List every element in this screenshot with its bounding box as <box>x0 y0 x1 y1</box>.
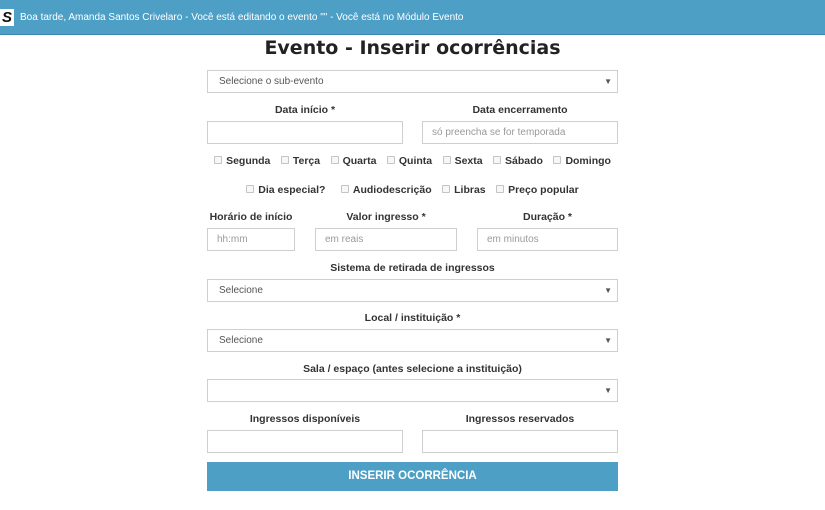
checkbox-preco-popular[interactable]: Preço popular <box>496 183 579 197</box>
checkbox-label: Preço popular <box>508 184 579 196</box>
checkbox-label: Sábado <box>505 155 543 167</box>
data-inicio-input[interactable] <box>208 122 402 143</box>
app-logo[interactable]: S <box>0 9 14 26</box>
subevent-select[interactable]: Selecione o sub-evento ▼ <box>207 70 618 93</box>
page-title: Evento - Inserir ocorrências <box>264 37 561 59</box>
checkbox-audiodescricao[interactable]: Audiodescrição <box>340 183 432 197</box>
checkbox-box[interactable] <box>386 156 395 164</box>
horario-inicio-label: Horário de início <box>209 211 293 223</box>
checkbox-label: Segunda <box>226 155 271 167</box>
checkbox-segunda[interactable]: Segunda <box>214 154 270 168</box>
option-checkboxes: Dia especial? Audiodescrição Libras Preç… <box>0 183 825 197</box>
data-inicio-label: Data início * <box>274 104 336 116</box>
valor-ingresso-label: Valor ingresso * <box>346 211 426 223</box>
checkbox-label: Dia especial? <box>258 184 326 196</box>
valor-ingresso-input[interactable] <box>316 229 456 250</box>
user-greeting: Boa tarde, Amanda Santos Crivelaro - Voc… <box>20 12 464 23</box>
data-encerramento-field[interactable] <box>422 121 618 144</box>
checkbox-domingo[interactable]: Domingo <box>553 154 611 168</box>
data-inicio-field[interactable] <box>207 121 403 144</box>
checkbox-dia-especial[interactable]: Dia especial? <box>246 183 325 197</box>
duracao-label: Duração * <box>522 211 573 223</box>
local-instituicao-label: Local / instituição * <box>364 312 461 324</box>
checkbox-box[interactable] <box>553 156 562 164</box>
caret-down-icon: ▼ <box>604 286 612 295</box>
checkbox-quarta[interactable]: Quarta <box>330 154 377 168</box>
checkbox-terca[interactable]: Terça <box>280 154 321 168</box>
ingressos-reservados-input[interactable] <box>423 431 617 452</box>
ingressos-reservados-label: Ingressos reservados <box>465 413 575 425</box>
checkbox-box[interactable] <box>246 185 255 193</box>
checkbox-label: Sexta <box>454 155 483 167</box>
checkbox-box[interactable] <box>280 156 289 164</box>
checkbox-box[interactable] <box>340 185 349 193</box>
ingressos-reservados-field[interactable] <box>422 430 618 453</box>
weekday-checkboxes: Segunda Terça Quarta Quinta Sexta Sábado… <box>0 154 825 168</box>
sala-espaco-select[interactable]: ▼ <box>207 379 618 402</box>
caret-down-icon: ▼ <box>604 77 612 86</box>
checkbox-libras[interactable]: Libras <box>442 183 486 197</box>
ingressos-disponiveis-field[interactable] <box>207 430 403 453</box>
checkbox-sabado[interactable]: Sábado <box>493 154 543 168</box>
horario-inicio-field[interactable] <box>207 228 295 251</box>
top-bar: S Boa tarde, Amanda Santos Crivelaro - V… <box>0 0 825 35</box>
ingressos-disponiveis-input[interactable] <box>208 431 402 452</box>
checkbox-sexta[interactable]: Sexta <box>442 154 483 168</box>
checkbox-box[interactable] <box>442 156 451 164</box>
subevent-select-value: Selecione o sub-evento <box>219 76 324 87</box>
sistema-retirada-select[interactable]: Selecione ▼ <box>207 279 618 302</box>
checkbox-quinta[interactable]: Quinta <box>386 154 433 168</box>
caret-down-icon: ▼ <box>604 386 612 395</box>
checkbox-box[interactable] <box>496 185 505 193</box>
duracao-field[interactable] <box>477 228 618 251</box>
checkbox-box[interactable] <box>214 156 223 164</box>
checkbox-box[interactable] <box>442 185 451 193</box>
checkbox-box[interactable] <box>330 156 339 164</box>
checkbox-label: Quinta <box>398 155 433 167</box>
checkbox-label: Domingo <box>565 155 611 167</box>
checkbox-label: Audiodescrição <box>352 184 432 196</box>
data-encerramento-input[interactable] <box>423 122 617 143</box>
local-instituicao-select[interactable]: Selecione ▼ <box>207 329 618 352</box>
duracao-input[interactable] <box>478 229 617 250</box>
checkbox-label: Terça <box>292 155 321 167</box>
valor-ingresso-field[interactable] <box>315 228 457 251</box>
local-instituicao-value: Selecione <box>219 335 263 346</box>
checkbox-box[interactable] <box>493 156 502 164</box>
inserir-ocorrencia-button[interactable]: INSERIR OCORRÊNCIA <box>207 462 618 491</box>
checkbox-label: Quarta <box>342 155 377 167</box>
sistema-retirada-label: Sistema de retirada de ingressos <box>330 262 495 274</box>
sala-espaco-label: Sala / espaço (antes selecione a institu… <box>303 363 522 375</box>
horario-inicio-input[interactable] <box>208 229 294 250</box>
sistema-retirada-value: Selecione <box>219 285 263 296</box>
checkbox-label: Libras <box>454 184 486 196</box>
caret-down-icon: ▼ <box>604 336 612 345</box>
data-encerramento-label: Data encerramento <box>472 104 568 116</box>
ingressos-disponiveis-label: Ingressos disponíveis <box>249 413 361 425</box>
